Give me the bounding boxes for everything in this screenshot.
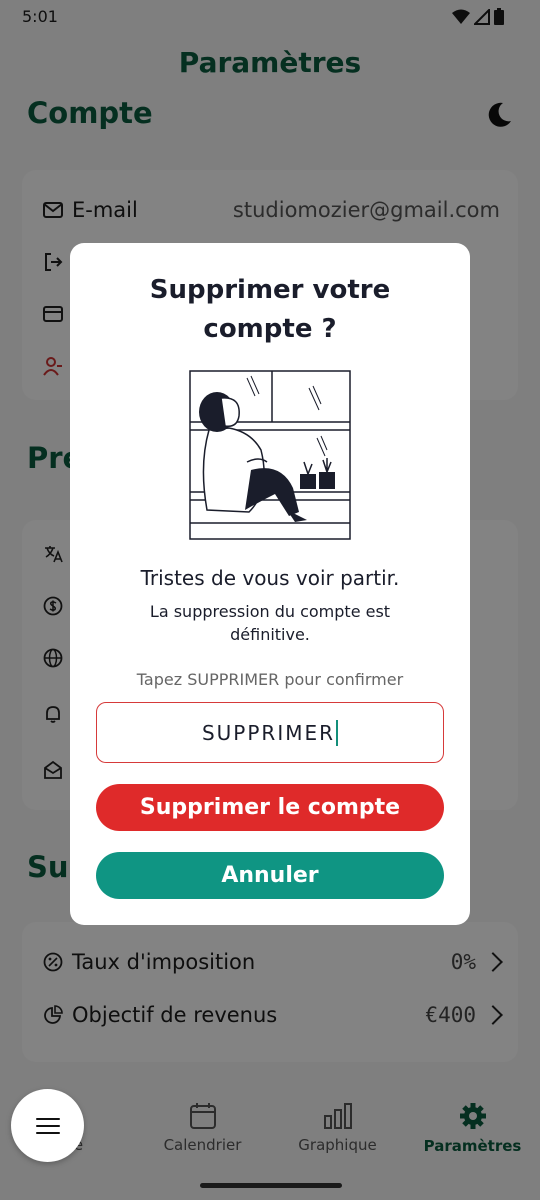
menu-button[interactable]	[11, 1089, 84, 1162]
cancel-button[interactable]: Annuler	[96, 852, 444, 899]
dialog-body: La suppression du compte est définitive.	[149, 602, 391, 644]
confirm-hint: Tapez SUPPRIMER pour confirmer	[136, 670, 404, 689]
dialog-title: Supprimer votre compte ?	[149, 275, 391, 344]
confirm-input-value: SUPPRIMER	[201, 720, 336, 745]
hamburger-icon	[35, 1117, 60, 1134]
confirm-input[interactable]: SUPPRIMER	[96, 702, 444, 763]
dialog-heading: Tristes de vous voir partir.	[140, 566, 400, 590]
text-cursor	[336, 719, 339, 746]
delete-account-dialog: Supprimer votre compte ? Tristes de vous…	[70, 243, 470, 925]
sad-person-illustration	[189, 370, 351, 540]
delete-account-button[interactable]: Supprimer le compte	[96, 784, 444, 831]
